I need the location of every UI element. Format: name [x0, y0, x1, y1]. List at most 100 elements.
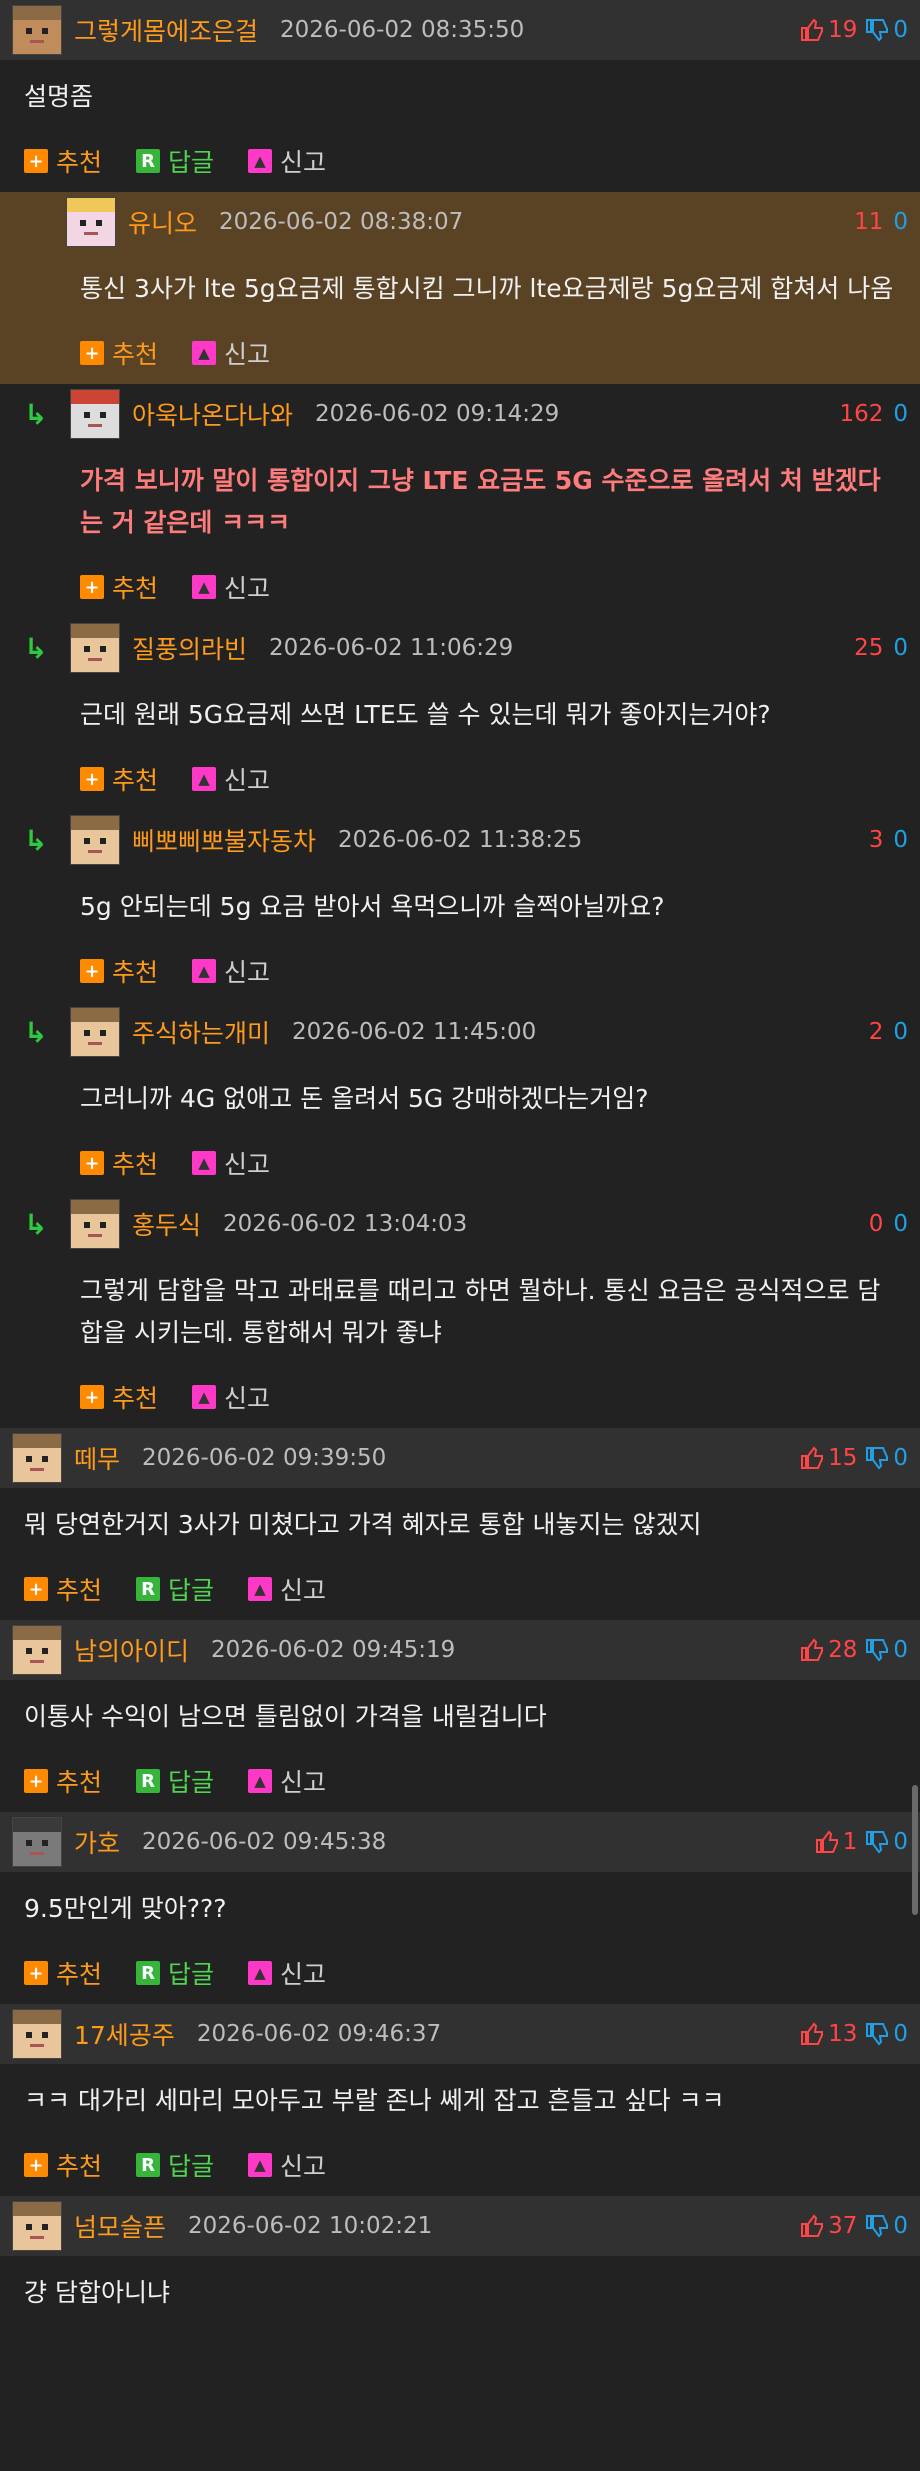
downvote-button[interactable]: 0	[865, 1445, 908, 1471]
recommend-button[interactable]: + 추천	[80, 761, 158, 797]
recommend-button[interactable]: + 추천	[24, 1955, 102, 1991]
recommend-label: 추천	[112, 766, 159, 795]
avatar[interactable]	[70, 815, 120, 865]
author-nickname[interactable]: 17세공주	[74, 2016, 175, 2052]
recommend-button[interactable]: + 추천	[24, 1571, 102, 1607]
recommend-button[interactable]: + 추천	[80, 1379, 158, 1415]
reply-arrow-icon: ↳	[24, 823, 48, 857]
recommend-button[interactable]: + 추천	[80, 1145, 158, 1181]
downvote-count: 0	[893, 2213, 908, 2239]
avatar[interactable]	[12, 2009, 62, 2059]
author-nickname[interactable]: 주식하는개미	[132, 1014, 270, 1050]
author-nickname[interactable]: 질풍의라빈	[132, 630, 247, 666]
comment-body: 설명좀 + 추천 R 답글 ▲ 신고	[0, 60, 920, 192]
downvote-count: 0	[893, 1637, 908, 1663]
author-nickname[interactable]: 아욱나온다나와	[132, 396, 293, 432]
author-nickname[interactable]: 유니오	[128, 204, 197, 240]
downvote-button[interactable]: 0	[865, 17, 908, 43]
plus-icon: +	[24, 1577, 48, 1601]
comment-text: 걍 담합아니냐	[24, 2278, 170, 2307]
avatar[interactable]	[12, 1625, 62, 1675]
report-button[interactable]: ▲ 신고	[248, 143, 326, 179]
report-button[interactable]: ▲ 신고	[192, 335, 270, 371]
upvote-button[interactable]: 28	[800, 1637, 857, 1663]
report-button[interactable]: ▲ 신고	[192, 1379, 270, 1415]
vote-counts: 15 0	[800, 1445, 908, 1471]
reply-button[interactable]: R 답글	[136, 1763, 214, 1799]
report-button[interactable]: ▲ 신고	[192, 569, 270, 605]
upvote-button[interactable]: 37	[800, 2213, 857, 2239]
avatar[interactable]	[70, 389, 120, 439]
recommend-button[interactable]: + 추천	[24, 2147, 102, 2183]
scrollbar[interactable]	[912, 1785, 918, 1915]
upvote-button[interactable]: 19	[800, 17, 857, 43]
report-button[interactable]: ▲ 신고	[248, 1955, 326, 1991]
recommend-button[interactable]: + 추천	[80, 335, 158, 371]
comment-actions: + 추천 R 답글 ▲ 신고	[24, 1750, 896, 1812]
plus-icon: +	[80, 1151, 104, 1175]
vote-counts: 30	[869, 827, 908, 853]
reply-label: 답글	[168, 1576, 215, 1605]
downvote-button[interactable]: 0	[865, 2021, 908, 2047]
author-nickname[interactable]: 그렇게몸에조은걸	[74, 12, 258, 48]
report-button[interactable]: ▲ 신고	[248, 1763, 326, 1799]
upvote-button[interactable]: 1	[815, 1829, 857, 1855]
author-nickname[interactable]: 홍두식	[132, 1206, 201, 1242]
author-nickname[interactable]: 넘모슬픈	[74, 2208, 166, 2244]
report-button[interactable]: ▲ 신고	[192, 1145, 270, 1181]
downvote-count: 0	[893, 2021, 908, 2047]
reply-label: 답글	[168, 1960, 215, 1989]
comment-header: ↳ 아욱나온다나와 2026-06-02 09:14:29 162 0	[0, 384, 920, 444]
upvote-count: 162	[839, 401, 884, 427]
comment-actions: + 추천 R 답글 ▲ 신고	[24, 2134, 896, 2196]
avatar[interactable]	[12, 1817, 62, 1867]
upvote-button[interactable]: 13	[800, 2021, 857, 2047]
comment-timestamp: 2026-06-02 11:45:00	[292, 1019, 537, 1045]
comment-actions: + 추천 ▲ 신고	[80, 556, 896, 618]
author-nickname[interactable]: 가호	[74, 1824, 120, 1860]
recommend-label: 추천	[112, 958, 159, 987]
author-nickname[interactable]: 삐뽀삐뽀불자동차	[132, 822, 316, 858]
comment-text: 가격 보니까 말이 통합이지 그냥 LTE 요금도 5G 수준으로 올려서 처 …	[80, 466, 881, 537]
reply-button[interactable]: R 답글	[136, 143, 214, 179]
reply-icon: R	[136, 149, 161, 173]
downvote-button[interactable]: 0	[865, 1829, 908, 1855]
plus-icon: +	[80, 341, 104, 365]
avatar[interactable]	[12, 2201, 62, 2251]
recommend-button[interactable]: + 추천	[80, 569, 158, 605]
report-button[interactable]: ▲ 신고	[192, 761, 270, 797]
comment-timestamp: 2026-06-02 09:14:29	[315, 401, 560, 427]
recommend-button[interactable]: + 추천	[24, 1763, 102, 1799]
avatar[interactable]	[12, 5, 62, 55]
avatar[interactable]	[70, 623, 120, 673]
recommend-button[interactable]: + 추천	[24, 143, 102, 179]
downvote-button[interactable]: 0	[865, 2213, 908, 2239]
avatar[interactable]	[66, 197, 116, 247]
recommend-label: 추천	[56, 148, 103, 177]
thumbs-down-icon	[865, 2214, 889, 2238]
recommend-label: 추천	[112, 340, 159, 369]
author-nickname[interactable]: 떼무	[74, 1440, 120, 1476]
reply-button[interactable]: R 답글	[136, 1955, 214, 1991]
reply-button[interactable]: R 답글	[136, 1571, 214, 1607]
author-nickname[interactable]: 남의아이디	[74, 1632, 189, 1668]
comment-actions: + 추천 ▲ 신고	[80, 940, 896, 1002]
avatar[interactable]	[12, 1433, 62, 1483]
downvote-button[interactable]: 0	[865, 1637, 908, 1663]
thumbs-up-icon	[800, 1446, 824, 1470]
thumbs-down-icon	[865, 2022, 889, 2046]
reply-button[interactable]: R 답글	[136, 2147, 214, 2183]
report-button[interactable]: ▲ 신고	[248, 2147, 326, 2183]
recommend-button[interactable]: + 추천	[80, 953, 158, 989]
thumbs-down-icon	[865, 1446, 889, 1470]
avatar[interactable]	[70, 1007, 120, 1057]
report-button[interactable]: ▲ 신고	[192, 953, 270, 989]
report-label: 신고	[280, 148, 327, 177]
upvote-count: 15	[828, 1445, 858, 1471]
upvote-button[interactable]: 15	[800, 1445, 857, 1471]
reply-label: 답글	[168, 1768, 215, 1797]
avatar[interactable]	[70, 1199, 120, 1249]
comment-actions: + 추천 R 답글 ▲ 신고	[24, 1942, 896, 2004]
report-button[interactable]: ▲ 신고	[248, 1571, 326, 1607]
reply-comment: 유니오 2026-06-02 08:38:07 11 0 통신 3사가 lte 5g요금…	[0, 192, 920, 384]
